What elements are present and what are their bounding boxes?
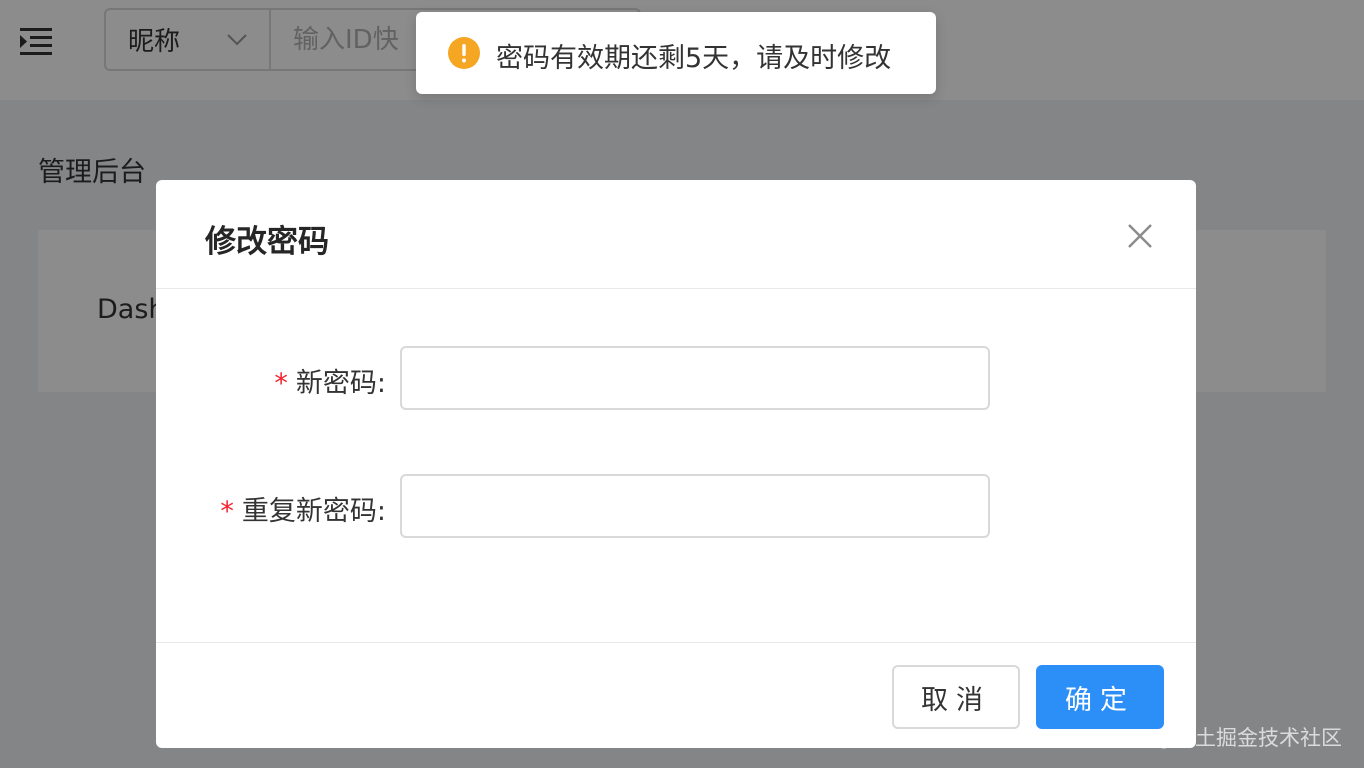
repeat-password-input[interactable] bbox=[400, 474, 990, 538]
dialog-header: 修改密码 bbox=[156, 180, 1196, 289]
label-colon: : bbox=[376, 368, 386, 399]
change-password-dialog: 修改密码 * 新密码: * 重复新密码: 取消 确定 bbox=[156, 180, 1196, 748]
close-icon[interactable] bbox=[1126, 222, 1154, 250]
toast-message: 密码有效期还剩5天，请及时修改 bbox=[496, 43, 892, 74]
repeat-password-label: * 重复新密码: bbox=[220, 489, 386, 528]
repeat-password-label-text: 重复新密码 bbox=[241, 496, 377, 527]
dialog-footer: 取消 确定 bbox=[156, 642, 1196, 748]
cancel-button[interactable]: 取消 bbox=[892, 665, 1020, 729]
warning-icon bbox=[448, 37, 480, 69]
new-password-input[interactable] bbox=[400, 346, 990, 410]
repeat-password-row: * 重复新密码: bbox=[156, 474, 1196, 538]
watermark: @稀土掘金技术社区 bbox=[1153, 726, 1342, 750]
required-mark: * bbox=[274, 368, 288, 399]
warning-toast: 密码有效期还剩5天，请及时修改 bbox=[416, 12, 936, 94]
required-mark: * bbox=[220, 496, 234, 527]
new-password-row: * 新密码: bbox=[156, 346, 1196, 410]
confirm-button[interactable]: 确定 bbox=[1036, 665, 1164, 729]
label-colon: : bbox=[376, 496, 386, 527]
dialog-title: 修改密码 bbox=[205, 224, 329, 260]
new-password-label: * 新密码: bbox=[274, 361, 386, 400]
new-password-label-text: 新密码 bbox=[295, 368, 377, 399]
